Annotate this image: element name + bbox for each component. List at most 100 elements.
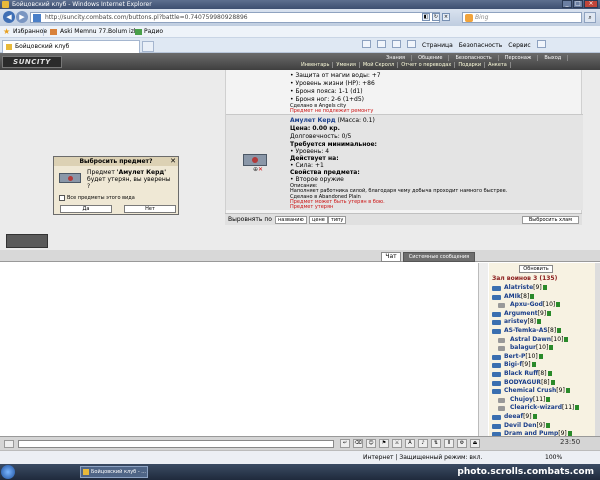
user-nick[interactable]: Bert-P <box>504 353 525 360</box>
chat-mode-icon[interactable] <box>4 440 14 448</box>
info-icon[interactable] <box>536 319 541 325</box>
user-nick[interactable]: AS-Temka-AS <box>504 327 548 334</box>
refresh-users-button[interactable]: Обновить <box>519 265 553 273</box>
sound-icon[interactable]: ♪ <box>418 439 428 448</box>
info-icon[interactable] <box>556 302 561 308</box>
chat-scrollbar[interactable] <box>478 263 488 436</box>
user-nick[interactable]: Apxu-God <box>510 301 543 308</box>
user-row[interactable]: Chujoy[11] <box>492 396 596 405</box>
user-nick[interactable]: balagur <box>510 344 536 351</box>
info-icon[interactable] <box>549 345 554 351</box>
filter-icon[interactable]: ⚑ <box>379 439 389 448</box>
user-row[interactable]: AMIk[8] <box>492 293 596 302</box>
info-icon[interactable] <box>547 310 552 316</box>
info-icon[interactable] <box>538 353 543 359</box>
yes-button[interactable]: Да <box>60 205 112 213</box>
user-nick[interactable]: Chujoy <box>510 396 533 403</box>
address-input[interactable]: http://suncity.combats.com/buttons.pl?ba… <box>30 12 440 23</box>
user-nick[interactable]: Alatriste <box>504 284 533 291</box>
drop-icon[interactable]: ✕ <box>258 166 263 173</box>
forward-icon[interactable]: ▶ <box>16 11 28 23</box>
mail-icon[interactable] <box>392 40 401 48</box>
home-icon[interactable] <box>362 40 371 48</box>
chat-log[interactable] <box>0 263 488 436</box>
user-row[interactable]: Chemical Crush[9] <box>492 387 596 396</box>
user-nick[interactable]: Bigi-f <box>504 361 522 368</box>
user-row[interactable]: Clearick-wizard[11] <box>492 404 596 413</box>
fight-icon[interactable]: ⚔ <box>392 439 402 448</box>
minimize-button[interactable]: _ <box>562 0 572 8</box>
users-scrollbar[interactable] <box>595 263 600 436</box>
nav-security[interactable]: Безопасность <box>449 55 499 61</box>
smiles-icon[interactable]: ☺ <box>366 439 376 448</box>
tab-combats[interactable]: Бойцовский клуб <box>2 40 140 53</box>
amulet-item-image[interactable] <box>243 154 267 166</box>
close-window-button[interactable]: × <box>584 0 598 8</box>
close-icon[interactable]: ✕ <box>170 157 176 166</box>
user-row[interactable]: Bert-P[10] <box>492 353 596 362</box>
favorites-star-icon[interactable]: ★ <box>3 28 11 36</box>
info-icon[interactable] <box>545 422 550 428</box>
nav-communication[interactable]: Общение <box>412 55 450 61</box>
user-nick[interactable]: aristey <box>504 318 527 325</box>
nav-knowledge[interactable]: Знания <box>380 55 413 61</box>
back-icon[interactable]: ◀ <box>3 11 15 23</box>
user-row[interactable]: balagur[10] <box>492 344 596 353</box>
user-row[interactable]: Astral Dawn[10] <box>492 336 596 345</box>
subnav-inventory[interactable]: Инвентарь <box>298 62 334 68</box>
user-row[interactable]: Argument[9] <box>492 310 596 319</box>
pause-icon[interactable]: Ⅱ <box>444 439 454 448</box>
start-button[interactable] <box>1 465 15 479</box>
user-row[interactable]: Apxu-God[10] <box>492 301 596 310</box>
user-row[interactable]: Alatriste[9] <box>492 284 596 293</box>
subnav-transfers[interactable]: Отчет о переводах <box>398 62 456 68</box>
sort-by-price-button[interactable]: цене <box>309 216 328 224</box>
info-icon[interactable] <box>575 405 580 411</box>
favorite-link-aski[interactable]: Aski Memnu 77.Bolum izl... <box>60 26 141 38</box>
user-nick[interactable]: Devil Den <box>504 422 536 429</box>
zoom-level[interactable]: 100% <box>545 451 562 464</box>
refresh-icon[interactable]: ↻ <box>432 13 440 21</box>
subnav-profile[interactable]: Анкета <box>485 62 511 68</box>
user-nick[interactable]: Clearick-wizard <box>510 404 562 411</box>
info-icon[interactable] <box>565 388 570 394</box>
user-row[interactable]: aristey[8] <box>492 318 596 327</box>
user-nick[interactable]: Chemical Crush <box>504 387 556 394</box>
tab-system-messages[interactable]: Системные сообщения <box>403 252 475 262</box>
user-nick[interactable]: Astral Dawn <box>510 336 551 343</box>
nav-exit[interactable]: Выход <box>538 55 569 61</box>
item2-name-link[interactable]: Амулет Керд <box>290 117 336 124</box>
settings-icon[interactable]: ⚙ <box>457 439 467 448</box>
favorite-link-radio[interactable]: Радио <box>144 26 163 38</box>
info-icon[interactable] <box>531 362 536 368</box>
sort-by-type-button[interactable]: типу <box>328 216 347 224</box>
tools-menu[interactable]: Сервис <box>508 40 530 51</box>
favorites-button[interactable]: Избранное <box>13 26 47 38</box>
user-nick[interactable]: AMIk <box>504 293 521 300</box>
subnav-scroll[interactable]: Мой Скролл <box>360 62 399 68</box>
user-row[interactable]: Devil Den[9] <box>492 422 596 431</box>
user-nick[interactable]: Argument <box>504 310 538 317</box>
info-icon[interactable] <box>547 370 552 376</box>
subnav-gifts[interactable]: Подарки <box>455 62 486 68</box>
user-row[interactable]: Black Ruff[8] <box>492 370 596 379</box>
maximize-button[interactable]: □ <box>573 0 583 8</box>
info-icon[interactable] <box>550 379 555 385</box>
search-input[interactable]: Bing <box>462 12 582 23</box>
info-icon[interactable] <box>530 293 535 299</box>
taskbar-window-button[interactable]: Бойцовский клуб - ... <box>80 466 148 478</box>
scroll-icon[interactable]: ⇅ <box>431 439 441 448</box>
user-row[interactable]: BODYAGUR[8] <box>492 379 596 388</box>
exit-chat-icon[interactable]: ⏏ <box>470 439 480 448</box>
help-icon[interactable] <box>536 40 546 48</box>
info-icon[interactable] <box>546 396 551 402</box>
search-go-icon[interactable]: ⌕ <box>584 12 596 23</box>
feeds-icon[interactable] <box>377 40 386 48</box>
info-icon[interactable] <box>564 336 569 342</box>
info-icon[interactable] <box>557 327 562 333</box>
new-tab-button[interactable] <box>142 41 154 52</box>
tab-chat[interactable]: Чат <box>381 252 401 262</box>
chat-message-input[interactable] <box>18 440 334 448</box>
no-button[interactable]: Нет <box>124 205 176 213</box>
info-icon[interactable] <box>532 413 537 419</box>
